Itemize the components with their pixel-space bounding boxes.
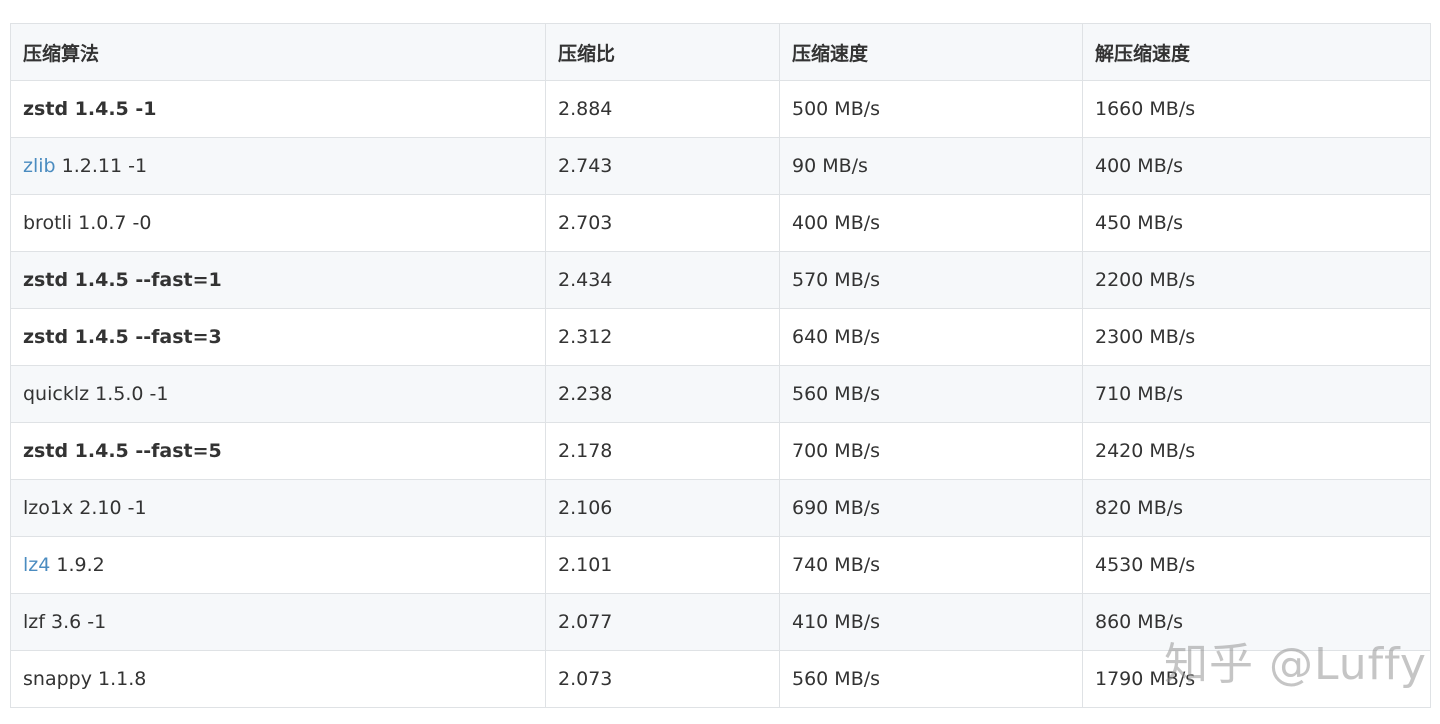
- cell-algorithm: lz4 1.9.2: [10, 536, 546, 594]
- algorithm-name: lzo1x 2.10 -1: [23, 497, 147, 519]
- cell-compression-speed: 560 MB/s: [779, 650, 1083, 708]
- cell-compression-speed: 90 MB/s: [779, 137, 1083, 195]
- cell-algorithm: snappy 1.1.8: [10, 650, 546, 708]
- cell-algorithm: zstd 1.4.5 -1: [10, 80, 546, 138]
- header-algorithm: 压缩算法: [10, 23, 546, 81]
- cell-decompression-speed: 820 MB/s: [1082, 479, 1431, 537]
- cell-compression-speed: 570 MB/s: [779, 251, 1083, 309]
- table-row: zstd 1.4.5 -1 2.884 500 MB/s 1660 MB/s: [10, 80, 1431, 138]
- table-row: quicklz 1.5.0 -1 2.238 560 MB/s 710 MB/s: [10, 365, 1431, 423]
- algorithm-name: lzf 3.6 -1: [23, 611, 107, 633]
- table-row: zstd 1.4.5 --fast=5 2.178 700 MB/s 2420 MB/…: [10, 422, 1431, 480]
- cell-ratio: 2.434: [545, 251, 780, 309]
- cell-algorithm: zstd 1.4.5 --fast=1: [10, 251, 546, 309]
- algorithm-name: brotli 1.0.7 -0: [23, 212, 152, 234]
- cell-ratio: 2.884: [545, 80, 780, 138]
- cell-compression-speed: 400 MB/s: [779, 194, 1083, 252]
- table-row: brotli 1.0.7 -0 2.703 400 MB/s 450 MB/s: [10, 194, 1431, 252]
- cell-ratio: 2.743: [545, 137, 780, 195]
- cell-algorithm: quicklz 1.5.0 -1: [10, 365, 546, 423]
- algorithm-name: 1.9.2: [50, 554, 105, 576]
- cell-ratio: 2.073: [545, 650, 780, 708]
- comparison-table-container: 压缩算法 压缩比 压缩速度 解压缩速度 zstd 1.4.5 -1 2.884 50…: [10, 23, 1431, 708]
- table-row: lzo1x 2.10 -1 2.106 690 MB/s 820 MB/s: [10, 479, 1431, 537]
- algorithm-link[interactable]: zlib: [23, 155, 56, 177]
- cell-compression-speed: 410 MB/s: [779, 593, 1083, 651]
- table-row: zlib 1.2.11 -1 2.743 90 MB/s 400 MB/s: [10, 137, 1431, 195]
- table-header-row: 压缩算法 压缩比 压缩速度 解压缩速度: [10, 23, 1431, 81]
- cell-compression-speed: 700 MB/s: [779, 422, 1083, 480]
- table-row: lz4 1.9.2 2.101 740 MB/s 4530 MB/s: [10, 536, 1431, 594]
- cell-compression-speed: 560 MB/s: [779, 365, 1083, 423]
- algorithm-name: zstd 1.4.5 --fast=1: [23, 269, 222, 291]
- algorithm-link[interactable]: lz4: [23, 554, 50, 576]
- cell-decompression-speed: 400 MB/s: [1082, 137, 1431, 195]
- algorithm-name: zstd 1.4.5 --fast=5: [23, 440, 222, 462]
- header-compression-speed: 压缩速度: [779, 23, 1083, 81]
- cell-algorithm: lzo1x 2.10 -1: [10, 479, 546, 537]
- cell-compression-speed: 740 MB/s: [779, 536, 1083, 594]
- algorithm-name: zstd 1.4.5 --fast=3: [23, 326, 222, 348]
- cell-ratio: 2.077: [545, 593, 780, 651]
- cell-algorithm: zlib 1.2.11 -1: [10, 137, 546, 195]
- cell-compression-speed: 500 MB/s: [779, 80, 1083, 138]
- cell-decompression-speed: 710 MB/s: [1082, 365, 1431, 423]
- cell-algorithm: brotli 1.0.7 -0: [10, 194, 546, 252]
- algorithm-name: zstd 1.4.5 -1: [23, 98, 157, 120]
- cell-ratio: 2.703: [545, 194, 780, 252]
- cell-decompression-speed: 450 MB/s: [1082, 194, 1431, 252]
- cell-decompression-speed: 2300 MB/s: [1082, 308, 1431, 366]
- compression-comparison-table: 压缩算法 压缩比 压缩速度 解压缩速度 zstd 1.4.5 -1 2.884 50…: [10, 23, 1431, 708]
- cell-algorithm: lzf 3.6 -1: [10, 593, 546, 651]
- table-row: zstd 1.4.5 --fast=3 2.312 640 MB/s 2300 MB/…: [10, 308, 1431, 366]
- zhihu-watermark: 知乎 @Luffy: [1164, 639, 1427, 690]
- cell-compression-speed: 690 MB/s: [779, 479, 1083, 537]
- cell-decompression-speed: 2200 MB/s: [1082, 251, 1431, 309]
- cell-ratio: 2.178: [545, 422, 780, 480]
- cell-ratio: 2.101: [545, 536, 780, 594]
- cell-algorithm: zstd 1.4.5 --fast=3: [10, 308, 546, 366]
- cell-decompression-speed: 1660 MB/s: [1082, 80, 1431, 138]
- cell-ratio: 2.106: [545, 479, 780, 537]
- cell-decompression-speed: 2420 MB/s: [1082, 422, 1431, 480]
- algorithm-name: snappy 1.1.8: [23, 668, 147, 690]
- cell-ratio: 2.238: [545, 365, 780, 423]
- header-ratio: 压缩比: [545, 23, 780, 81]
- cell-algorithm: zstd 1.4.5 --fast=5: [10, 422, 546, 480]
- cell-decompression-speed: 4530 MB/s: [1082, 536, 1431, 594]
- table-row: zstd 1.4.5 --fast=1 2.434 570 MB/s 2200 MB/…: [10, 251, 1431, 309]
- cell-ratio: 2.312: [545, 308, 780, 366]
- cell-compression-speed: 640 MB/s: [779, 308, 1083, 366]
- header-decompression-speed: 解压缩速度: [1082, 23, 1431, 81]
- algorithm-name: 1.2.11 -1: [55, 155, 148, 177]
- algorithm-name: quicklz 1.5.0 -1: [23, 383, 169, 405]
